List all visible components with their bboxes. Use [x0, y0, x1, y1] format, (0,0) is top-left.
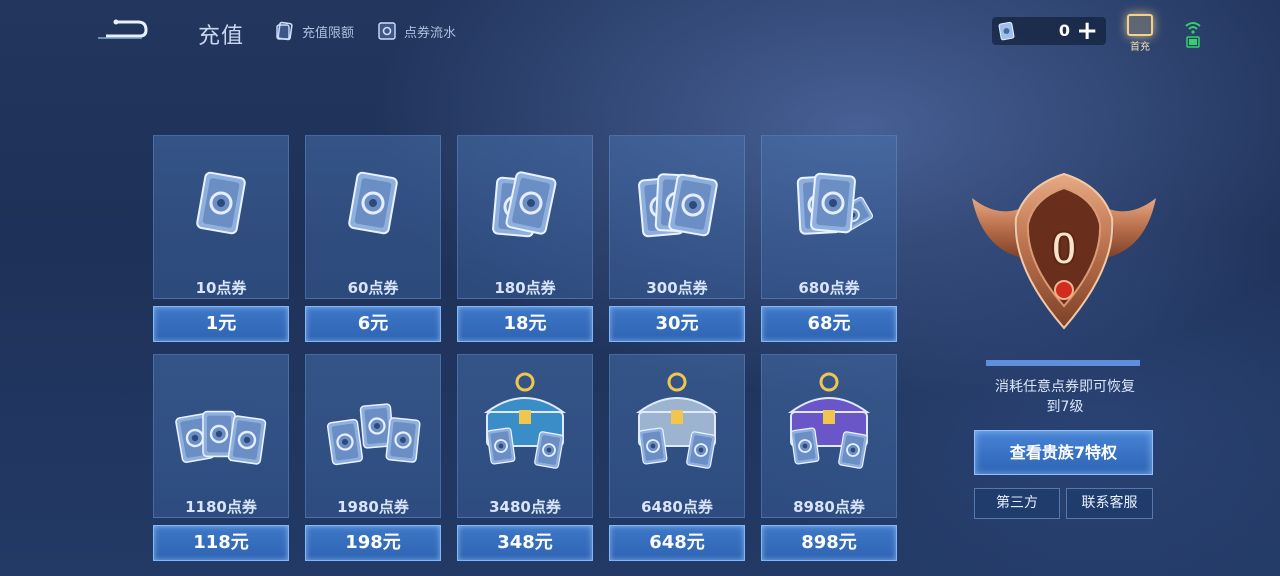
- card-flow-icon: [378, 22, 396, 40]
- recharge-limit-label: 充值限额: [302, 25, 355, 41]
- product-quantity: 680点券: [798, 279, 860, 297]
- first-charge-label: 首充: [1130, 42, 1150, 53]
- product-price-button[interactable]: 348元: [457, 525, 593, 561]
- product-price-button[interactable]: 6元: [305, 306, 441, 342]
- vip-level-badge: 0: [962, 168, 1166, 338]
- page-title: 充值: [198, 24, 245, 49]
- status-indicators: [1183, 17, 1203, 49]
- restore-hint-line1: 消耗任意点券即可恢复: [995, 379, 1135, 395]
- voucher-flow-label: 点券流水: [404, 25, 457, 41]
- voucher-stack-icon: [175, 410, 267, 465]
- chest-purple-icon: [787, 372, 871, 469]
- vip-progress-bar: [986, 360, 1140, 366]
- voucher-single-icon: [196, 171, 246, 235]
- product-quantity: 8980点券: [793, 498, 865, 516]
- product-price-button[interactable]: 898元: [761, 525, 897, 561]
- contact-support-button[interactable]: 联系客服: [1066, 488, 1153, 519]
- voucher-amount: 0: [1058, 21, 1070, 40]
- product-price-button[interactable]: 198元: [305, 525, 441, 561]
- voucher-triple-icon: [638, 173, 718, 238]
- product-quantity: 300点券: [646, 279, 708, 297]
- product-quantity: 10点券: [195, 279, 247, 297]
- wifi-icon: [1185, 22, 1201, 48]
- product-price-button[interactable]: 1元: [153, 306, 289, 342]
- product-price-button[interactable]: 118元: [153, 525, 289, 561]
- gift-box-icon: [1127, 14, 1153, 36]
- voucher-pile-icon: [326, 403, 421, 466]
- voucher-double-icon: [492, 171, 557, 238]
- product-quantity: 1980点券: [337, 498, 409, 516]
- product-price-button[interactable]: 18元: [457, 306, 593, 342]
- product-quantity: 180点券: [494, 279, 556, 297]
- vip-level-number: 0: [1051, 222, 1077, 274]
- chest-blue-icon: [483, 372, 567, 469]
- product-quantity: 1180点券: [185, 498, 257, 516]
- product-quantity: 3480点券: [489, 498, 561, 516]
- restore-hint-line2: 到7级: [1046, 399, 1084, 415]
- voucher-icon: [998, 21, 1015, 41]
- voucher-fan-icon: [796, 172, 874, 235]
- product-price-button[interactable]: 30元: [609, 306, 745, 342]
- voucher-balance: 0 +: [992, 17, 1106, 45]
- recharge-limit-link[interactable]: 充值限额: [274, 20, 354, 42]
- vip-progress-fill: [986, 360, 1140, 366]
- voucher-single-icon: [348, 171, 398, 235]
- view-privilege-button[interactable]: 查看贵族7特权: [974, 430, 1153, 475]
- third-party-button[interactable]: 第三方: [974, 488, 1060, 519]
- restore-hint: 消耗任意点券即可恢复 到7级: [970, 377, 1160, 417]
- card-limit-icon: [276, 21, 293, 41]
- product-quantity: 60点券: [347, 279, 399, 297]
- back-button[interactable]: [96, 16, 150, 44]
- product-quantity: 6480点券: [641, 498, 713, 516]
- voucher-flow-link[interactable]: 点券流水: [376, 20, 456, 42]
- product-price-button[interactable]: 648元: [609, 525, 745, 561]
- product-price-button[interactable]: 68元: [761, 306, 897, 342]
- first-charge-button[interactable]: 首充: [1124, 14, 1156, 54]
- add-voucher-button[interactable]: +: [1076, 17, 1098, 45]
- chest-silver-icon: [635, 372, 719, 469]
- back-arrow-icon: [98, 19, 148, 39]
